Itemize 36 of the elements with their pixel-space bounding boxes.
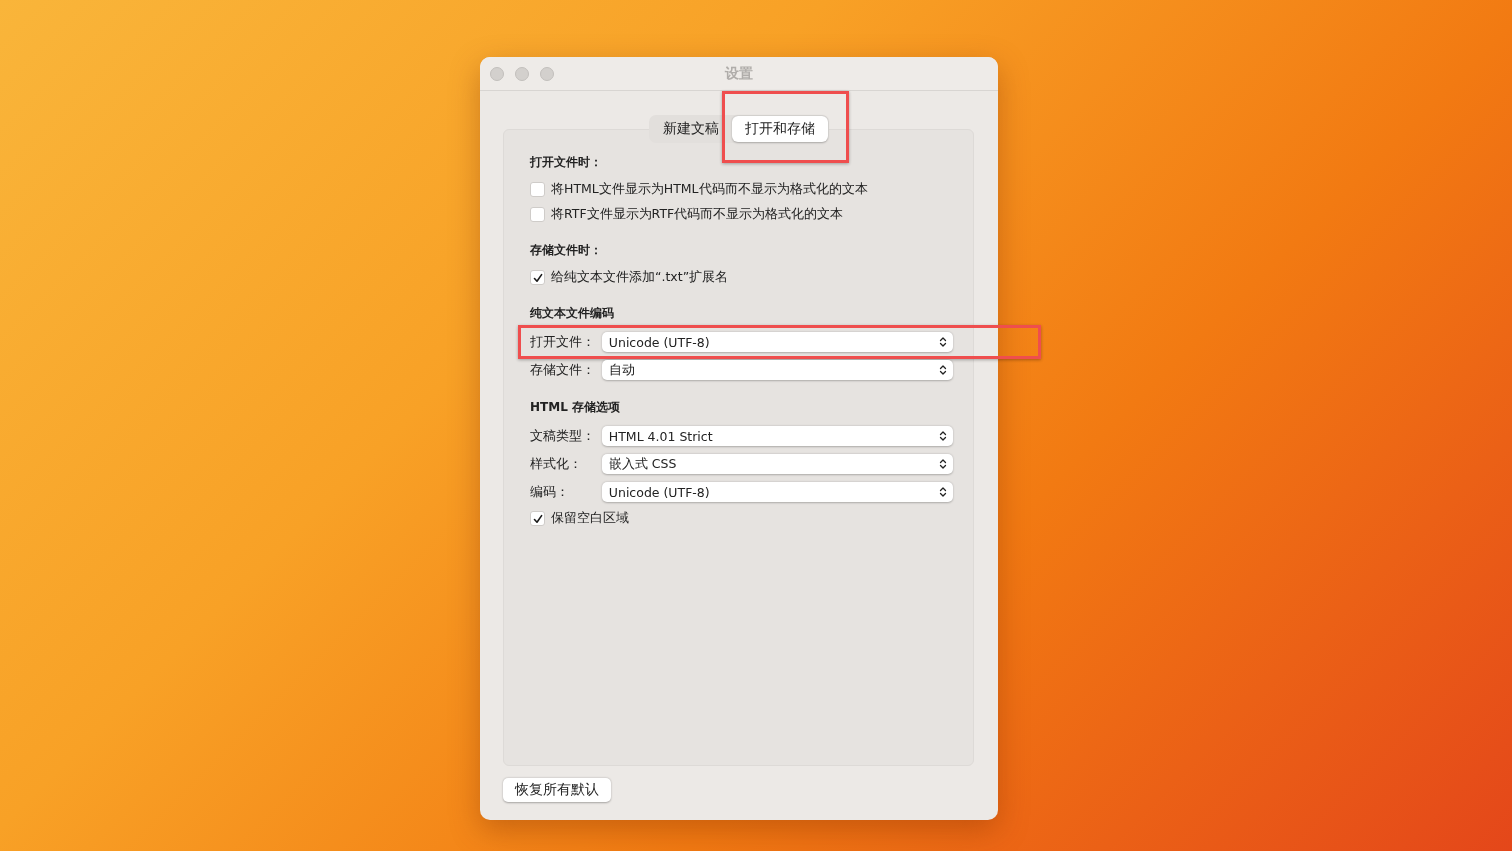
checkbox[interactable] [530, 207, 545, 222]
checkbox-label: 将HTML文件显示为HTML代码而不显示为格式化的文本 [551, 181, 868, 198]
checkbox-label: 保留空白区域 [551, 510, 629, 527]
up-down-chevron-icon [939, 458, 947, 470]
field-label: 打开文件： [530, 333, 596, 351]
field-label: 文稿类型： [530, 427, 596, 445]
section-heading: 纯文本文件编码 [530, 305, 615, 322]
restore-defaults-button[interactable]: 恢复所有默认 [503, 778, 611, 802]
up-down-chevron-icon [939, 364, 947, 376]
dropdown[interactable]: Unicode (UTF-8) [601, 332, 953, 352]
checkmark-icon [532, 513, 543, 524]
section-heading: 打开文件时： [530, 154, 603, 171]
minimize-button[interactable] [515, 66, 529, 81]
zoom-button[interactable] [540, 66, 554, 81]
checkbox[interactable] [530, 511, 545, 526]
window-title: 设置 [725, 64, 753, 83]
dropdown[interactable]: HTML 4.01 Strict [601, 426, 953, 446]
dropdown[interactable]: Unicode (UTF-8) [601, 482, 953, 502]
tab[interactable]: 打开和存储 [731, 116, 828, 142]
field-label: 存储文件： [530, 361, 596, 379]
checkbox[interactable] [530, 270, 545, 285]
section-heading: HTML 存储选项 [530, 399, 621, 416]
checkbox-label: 给纯文本文件添加“.txt”扩展名 [551, 269, 729, 286]
section-heading: 存储文件时： [530, 242, 603, 259]
checkbox-label: 将RTF文件显示为RTF代码而不显示为格式化的文本 [551, 206, 844, 223]
checkbox[interactable] [530, 182, 545, 197]
field-label: 样式化： [530, 455, 583, 473]
dropdown[interactable]: 自动 [601, 360, 953, 380]
dropdown[interactable]: 嵌入式 CSS [601, 454, 953, 474]
up-down-chevron-icon [939, 336, 947, 348]
tab[interactable]: 新建文稿 [649, 116, 732, 142]
up-down-chevron-icon [939, 486, 947, 498]
up-down-chevron-icon [939, 430, 947, 442]
field-label: 编码： [530, 483, 570, 501]
close-button[interactable] [490, 66, 504, 81]
checkmark-icon [532, 272, 543, 283]
